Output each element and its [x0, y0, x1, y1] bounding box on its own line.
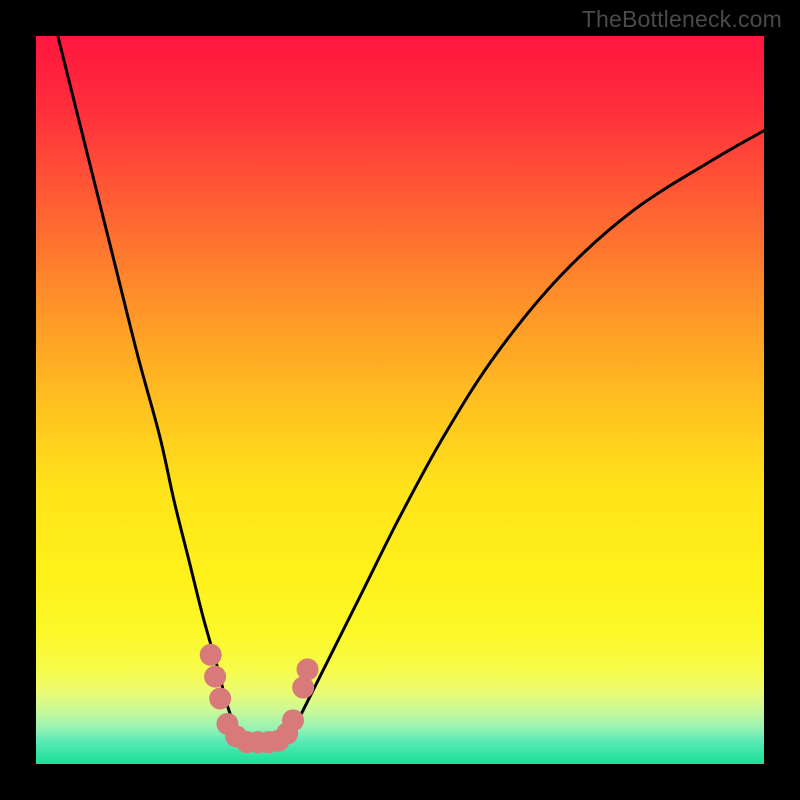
highlight-dot — [209, 687, 231, 709]
highlight-dot — [200, 644, 222, 666]
highlight-dot — [292, 677, 314, 699]
v-curve-line — [58, 36, 764, 743]
highlight-dots — [200, 644, 319, 753]
watermark-text: TheBottleneck.com — [582, 6, 782, 33]
highlight-dot — [282, 709, 304, 731]
v-curve-path — [58, 36, 764, 743]
highlight-dot — [297, 658, 319, 680]
plot-area — [36, 36, 764, 764]
chart-frame: TheBottleneck.com — [0, 0, 800, 800]
highlight-dot — [204, 666, 226, 688]
curve-layer — [36, 36, 764, 764]
